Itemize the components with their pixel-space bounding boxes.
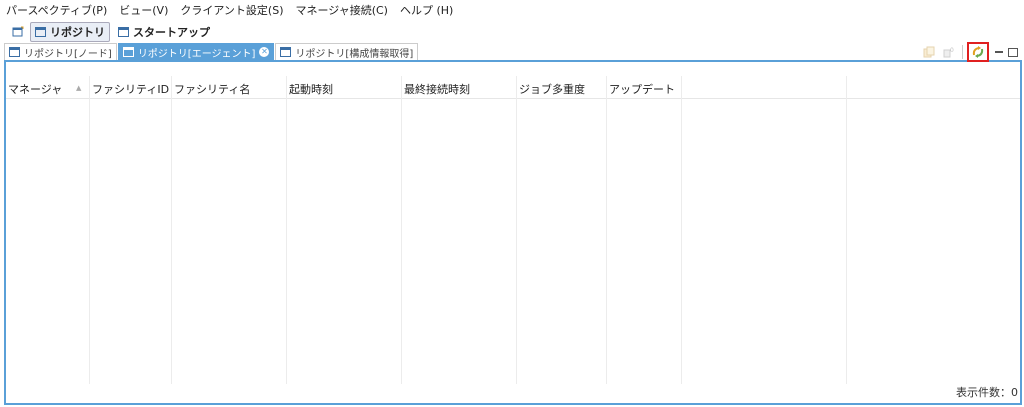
perspective-startup-button[interactable]: スタートアップ [114,23,214,41]
column-header-label: アップデート [609,83,675,96]
column-facility-name[interactable]: ファシリティ名 [172,76,287,384]
column-update[interactable]: アップデート [607,76,682,384]
column-header-label: 最終接続時刻 [404,83,470,96]
copy-icon[interactable] [922,45,936,59]
menu-view[interactable]: ビュー(V) [119,2,168,18]
perspective-startup-label: スタートアップ [133,26,210,39]
agent-view-panel: マネージャ ▲ ファシリティID ファシリティ名 起動時刻 最終接続時刻 ジョブ… [4,62,1022,405]
column-job-multiplicity[interactable]: ジョブ多重度 [517,76,607,384]
column-header-label: 起動時刻 [289,83,333,96]
minimize-icon[interactable] [995,51,1003,53]
open-perspective-icon[interactable] [12,26,24,38]
menu-help[interactable]: ヘルプ (H) [400,2,453,18]
column-facility-id[interactable]: ファシリティID [90,76,172,384]
column-blank-1[interactable] [682,76,847,384]
agent-delete-icon[interactable]: 0 [942,45,956,59]
column-header-label: ジョブ多重度 [519,83,585,96]
column-start-time[interactable]: 起動時刻 [287,76,402,384]
menu-manager-connect[interactable]: マネージャ接続(C) [295,2,388,18]
view-toolbar: 0 [916,42,1018,62]
refresh-icon [972,46,984,58]
window-icon [122,47,134,57]
toolbar-separator [962,45,963,59]
view-tab-bar: リポジトリ[ノード] リポジトリ[エージェント] ✕ リポジトリ[構成情報取得] [4,43,1022,62]
close-icon[interactable]: ✕ [259,47,270,57]
menu-client-settings[interactable]: クライアント設定(S) [180,2,283,18]
sort-up-icon: ▲ [76,84,82,92]
tab-label: リポジトリ[ノード] [24,48,112,60]
window-icon [118,27,129,37]
perspective-bar: リポジトリ スタートアップ [0,21,218,43]
refresh-button[interactable] [967,42,989,62]
menu-perspective[interactable]: パースペクティブ(P) [6,2,107,18]
maximize-icon[interactable] [1008,47,1018,57]
tab-label: リポジトリ[エージェント] [137,48,256,60]
tab-repository-config[interactable]: リポジトリ[構成情報取得] [275,43,419,60]
column-header-label: ファシリティID [92,83,170,96]
window-icon [35,27,46,37]
perspective-repository-label: リポジトリ [50,26,105,39]
window-icon [280,47,292,57]
column-header-label: ファシリティ名 [174,83,251,96]
record-count: 表示件数：0 [956,386,1018,399]
column-last-connect[interactable]: 最終接続時刻 [402,76,517,384]
agent-table: マネージャ ▲ ファシリティID ファシリティ名 起動時刻 最終接続時刻 ジョブ… [6,76,1020,384]
perspective-repository-button[interactable]: リポジトリ [30,22,110,42]
svg-text:0: 0 [950,47,954,54]
column-blank-2[interactable] [847,76,1020,384]
tab-label: リポジトリ[構成情報取得] [295,48,414,60]
tab-repository-agent[interactable]: リポジトリ[エージェント] ✕ [117,43,275,60]
tab-repository-node[interactable]: リポジトリ[ノード] [4,43,117,60]
column-header-label: マネージャ [8,83,63,96]
column-manager[interactable]: マネージャ ▲ [6,76,90,384]
menu-bar: パースペクティブ(P) ビュー(V) クライアント設定(S) マネージャ接続(C… [0,0,1024,20]
window-icon [9,47,20,57]
